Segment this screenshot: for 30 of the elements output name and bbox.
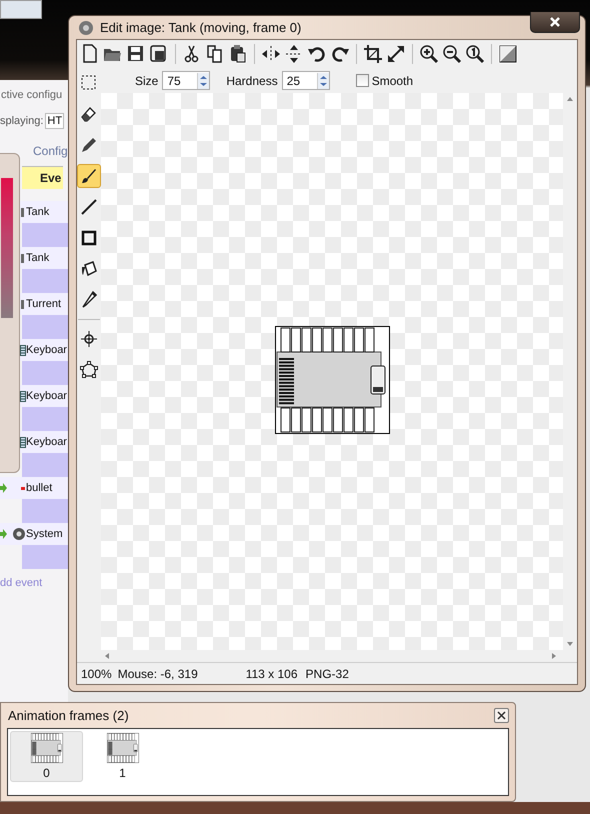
event-label: System bbox=[26, 528, 63, 540]
number-field[interactable]: 75 bbox=[162, 71, 210, 90]
zoom-level: 100% bbox=[81, 666, 112, 680]
event-label: Tank bbox=[26, 252, 50, 264]
field-label: Size bbox=[135, 74, 158, 88]
frame-label: 0 bbox=[43, 766, 50, 780]
event-header[interactable]: bullet bbox=[0, 477, 68, 499]
window-title: Edit image: Tank (moving, frame 0) bbox=[100, 20, 302, 35]
field-label: Hardness bbox=[226, 74, 278, 88]
image-dimensions: 113 x 106 bbox=[246, 666, 298, 680]
frame-item[interactable]: 0 bbox=[10, 731, 83, 782]
mouse-position: Mouse: -6, 319 bbox=[118, 666, 199, 680]
event-label: Keyboar bbox=[26, 344, 67, 356]
number-field[interactable]: 25 bbox=[282, 71, 330, 90]
tab[interactable]: Eve bbox=[22, 166, 64, 189]
event-label: Tank bbox=[26, 206, 50, 218]
event-label: Keyboar bbox=[26, 390, 67, 402]
event-label: Turrent bbox=[26, 298, 62, 310]
field-label: splaying: bbox=[0, 115, 44, 127]
section-title: ctive configu bbox=[1, 89, 62, 101]
frame-item[interactable]: 1 bbox=[86, 731, 159, 782]
tab[interactable]: Config bbox=[33, 140, 68, 162]
event-label: bullet bbox=[26, 482, 52, 494]
image-format: PNG-32 bbox=[306, 666, 349, 680]
window-title: Animation frames (2) bbox=[8, 708, 129, 723]
checkbox-label: Smooth bbox=[372, 74, 414, 88]
dropdown-field[interactable]: HT bbox=[45, 113, 64, 129]
event-label: Keyboar bbox=[26, 436, 67, 448]
event-header[interactable]: System bbox=[0, 523, 68, 545]
frame-label: 1 bbox=[119, 766, 126, 780]
